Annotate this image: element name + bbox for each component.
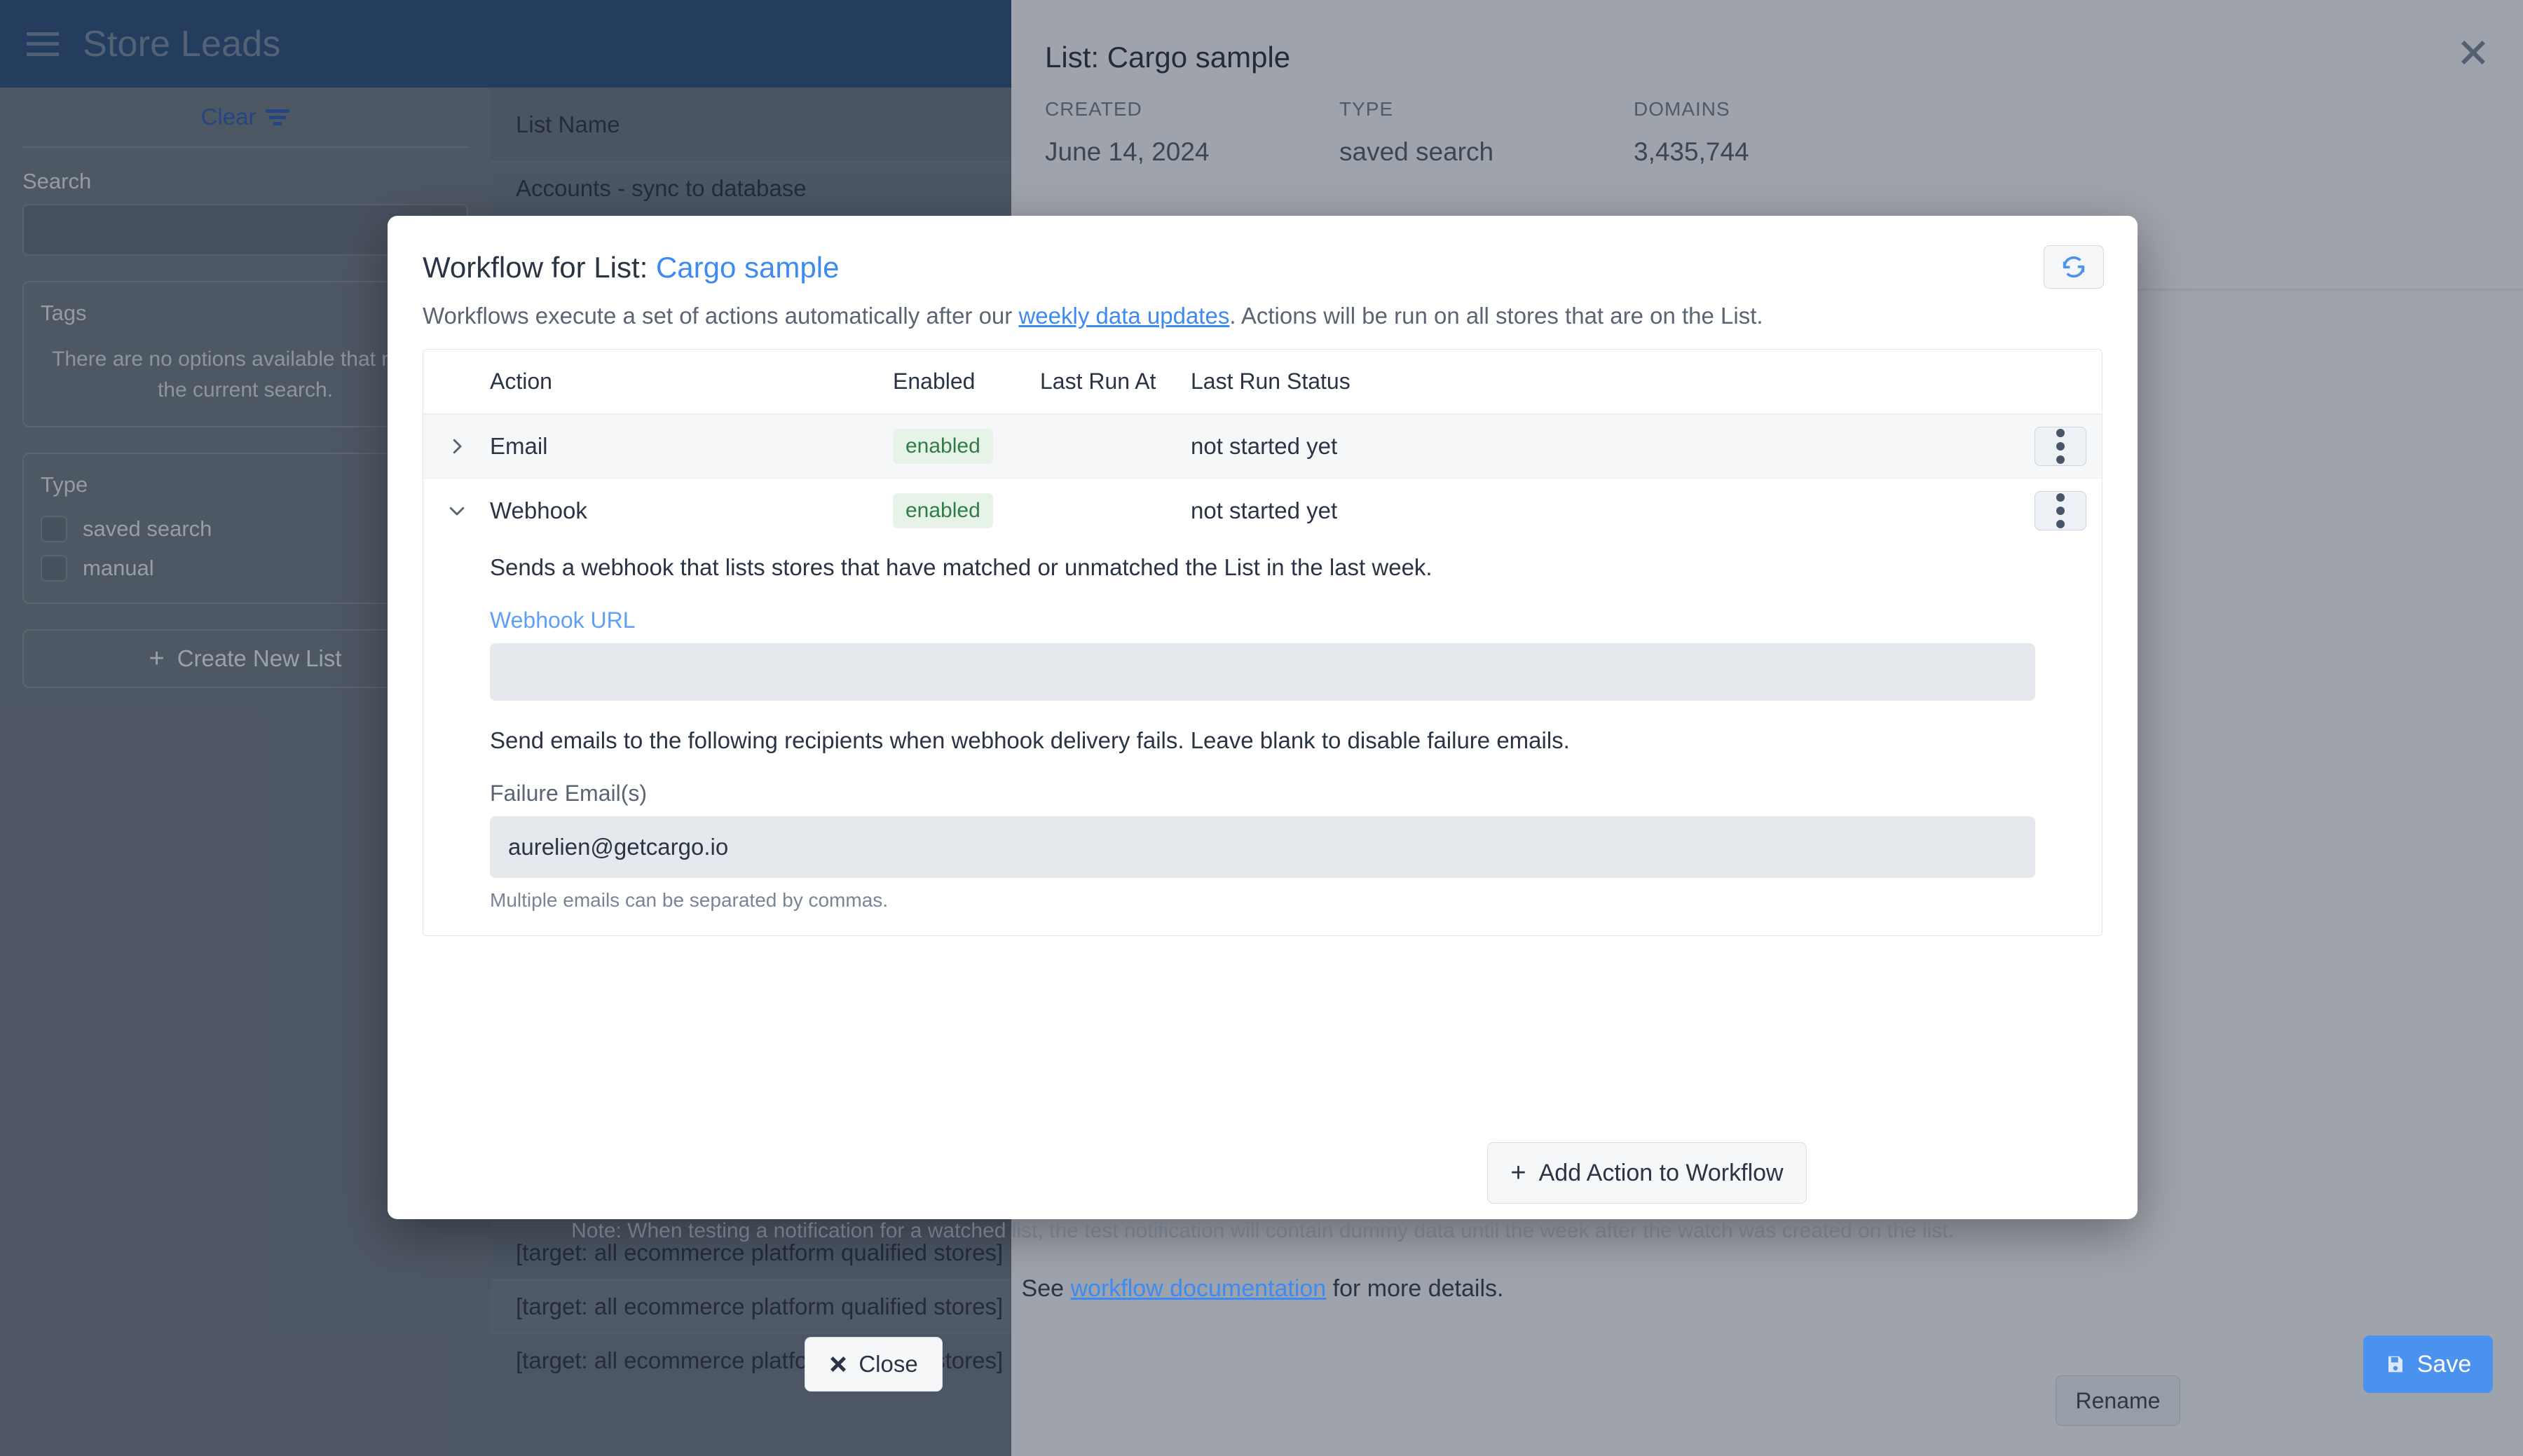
header-last-run-status: Last Run Status — [1191, 369, 1351, 394]
refresh-icon — [2063, 256, 2085, 278]
workflow-note: Note: When testing a notification for a … — [571, 1219, 1954, 1242]
webhook-url-label[interactable]: Webhook URL — [490, 607, 2102, 633]
add-action-to-workflow-button[interactable]: + Add Action to Workflow — [1487, 1142, 1807, 1204]
webhook-description: Sends a webhook that lists stores that h… — [490, 554, 1433, 580]
modal-subtitle-after: . Actions will be run on all stores that… — [1229, 303, 1763, 329]
row-menu-button-webhook[interactable] — [2035, 491, 2086, 530]
header-enabled: Enabled — [893, 369, 976, 394]
failure-email-help: Multiple emails can be separated by comm… — [490, 889, 889, 911]
row-action-name: Email — [490, 433, 548, 459]
modal-title-prefix: Workflow for List: — [423, 251, 648, 284]
failure-email-input[interactable]: aurelien@getcargo.io — [490, 816, 2035, 878]
see-after: for more details. — [1326, 1275, 1504, 1302]
row-last-run-status: not started yet — [1191, 497, 1338, 523]
modal-close-label: Close — [859, 1351, 918, 1377]
modal-save-button[interactable]: Save — [2363, 1335, 2493, 1393]
refresh-button[interactable] — [2044, 245, 2104, 289]
row-last-run-status: not started yet — [1191, 433, 1338, 459]
plus-icon: + — [1510, 1158, 1526, 1188]
workflow-actions-table: Action Enabled Last Run At Last Run Stat… — [423, 349, 2102, 936]
modal-title-list-link[interactable]: Cargo sample — [656, 251, 839, 284]
see-before: See — [1021, 1275, 1071, 1302]
expand-toggle-webhook[interactable] — [423, 500, 490, 521]
status-badge: enabled — [893, 429, 993, 464]
failure-email-intro: Send emails to the following recipients … — [490, 727, 1570, 753]
modal-close-button[interactable]: Close — [805, 1337, 943, 1392]
workflow-docs-line: See workflow documentation for more deta… — [388, 1275, 2138, 1303]
modal-subtitle: Workflows execute a set of actions autom… — [423, 303, 1763, 329]
add-action-label: Add Action to Workflow — [1538, 1159, 1784, 1186]
modal-save-label: Save — [2416, 1350, 2472, 1378]
modal-subtitle-before: Workflows execute a set of actions autom… — [423, 303, 1019, 329]
workflow-modal: Workflow for List: Cargo sample Workflow… — [388, 216, 2493, 1393]
workflow-table-header: Action Enabled Last Run At Last Run Stat… — [423, 350, 2102, 414]
row-menu-button-email[interactable] — [2035, 427, 2086, 466]
row-action-name: Webhook — [490, 497, 587, 523]
workflow-row-webhook[interactable]: Webhook enabled not started yet — [423, 479, 2102, 543]
modal-title: Workflow for List: Cargo sample — [423, 251, 839, 284]
header-last-run-at: Last Run At — [1040, 369, 1156, 394]
save-icon — [2385, 1354, 2406, 1375]
webhook-detail-panel: Sends a webhook that lists stores that h… — [423, 554, 2102, 935]
expand-toggle-email[interactable] — [423, 436, 490, 457]
close-icon — [829, 1355, 847, 1373]
weekly-data-updates-link[interactable]: weekly data updates — [1018, 303, 1229, 329]
failure-email-label: Failure Email(s) — [490, 781, 648, 806]
header-action: Action — [490, 369, 552, 394]
workflow-row-email[interactable]: Email enabled not started yet — [423, 414, 2102, 479]
workflow-documentation-link[interactable]: workflow documentation — [1070, 1275, 1326, 1302]
chevron-down-icon — [449, 507, 464, 516]
status-badge: enabled — [893, 493, 993, 528]
webhook-url-input[interactable] — [490, 643, 2035, 701]
chevron-right-icon — [453, 439, 461, 454]
